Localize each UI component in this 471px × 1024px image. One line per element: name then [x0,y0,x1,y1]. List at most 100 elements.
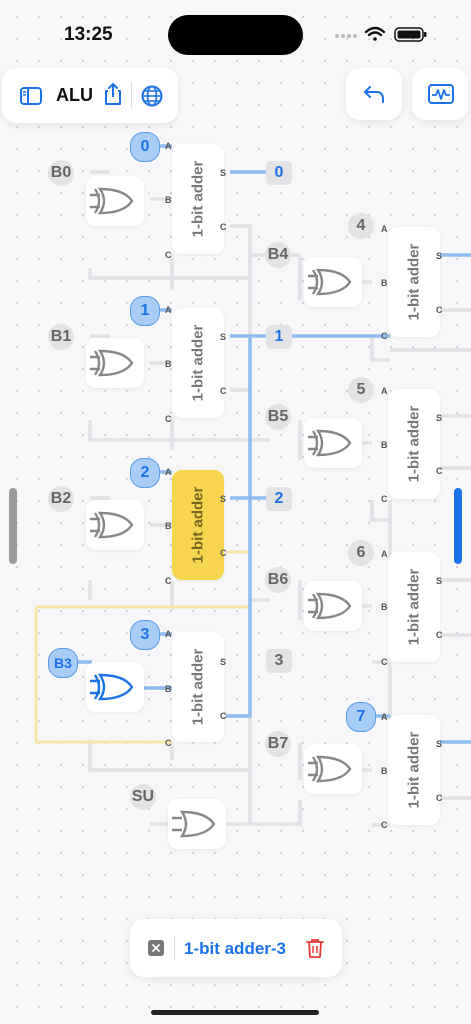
pin-c: C [436,630,443,640]
pin-s: S [220,657,227,667]
pin-b: B [381,766,388,776]
pin-a: A [165,629,172,639]
input-b4[interactable]: B4 [265,242,291,268]
scroll-indicator-right[interactable] [454,488,462,564]
xor-gate-icon [308,429,352,457]
close-icon[interactable] [148,940,164,956]
pin-c: C [436,305,443,315]
pin-c: C [436,466,443,476]
input-a5[interactable]: 5 [348,377,374,403]
pin-c: C [220,548,227,558]
adder-label: 1-bit adder [405,405,423,483]
pin-a: A [165,305,172,315]
input-a2[interactable]: 2 [130,458,160,488]
pin-s: S [436,251,443,261]
input-b0[interactable]: B0 [48,160,74,186]
input-a4[interactable]: 4 [348,213,374,239]
input-b5[interactable]: B5 [265,404,291,430]
xor-gate-icon [90,673,134,701]
adder-7[interactable]: 1-bit adder [388,715,440,825]
xor-gate-0[interactable] [86,176,144,226]
xor-gate-icon [90,187,134,215]
pin-s: S [436,576,443,586]
input-b7[interactable]: B7 [265,731,291,757]
pin-c: C [220,711,227,721]
pin-c: C [381,820,388,830]
adder-2-selected[interactable]: 1-bit adder [172,470,224,580]
xor-gate-1[interactable] [86,338,144,388]
pin-b: B [381,278,388,288]
home-indicator [151,1010,319,1015]
output-0[interactable]: 0 [266,161,292,185]
pin-a: A [165,467,172,477]
input-b2[interactable]: B2 [48,486,74,512]
xor-gate-2[interactable] [86,500,144,550]
adder-6[interactable]: 1-bit adder [388,552,440,662]
pin-a: A [381,549,388,559]
pin-c: C [436,793,443,803]
pin-c: C [165,250,172,260]
input-a0[interactable]: 0 [130,132,160,162]
xor-gate-icon [308,592,352,620]
adder-0[interactable]: 1-bit adder [172,144,224,254]
pin-s: S [220,494,227,504]
xor-gate-3[interactable] [86,662,144,712]
pin-s: S [220,332,227,342]
output-2[interactable]: 2 [266,487,292,511]
pin-a: A [381,386,388,396]
selected-component-label: 1-bit adder-3 [184,939,287,958]
xor-gate-icon [90,349,134,377]
input-su[interactable]: SU [130,784,156,810]
output-3[interactable]: 3 [266,649,292,673]
adder-3[interactable]: 1-bit adder [172,632,224,742]
selection-divider [174,935,175,961]
pin-b: B [381,440,388,450]
input-b3[interactable]: B3 [48,648,78,678]
xor-gate-7[interactable] [304,744,362,794]
pin-c: C [220,222,227,232]
pin-c: C [381,494,388,504]
adder-label: 1-bit adder [405,568,423,646]
pin-a: A [165,141,172,151]
xor-gate-icon [308,268,352,296]
trash-icon[interactable] [305,937,325,959]
pin-c: C [165,738,172,748]
adder-label: 1-bit adder [405,243,423,321]
input-a3[interactable]: 3 [130,620,160,650]
pin-c: C [165,576,172,586]
pin-c: C [381,657,388,667]
adder-1[interactable]: 1-bit adder [172,308,224,418]
xor-gate-5[interactable] [304,418,362,468]
pin-b: B [165,521,172,531]
pin-c: C [165,414,172,424]
pin-a: A [381,224,388,234]
xor-gate-6[interactable] [304,581,362,631]
xor-gate-4[interactable] [304,257,362,307]
pin-b: B [381,602,388,612]
pin-b: B [165,195,172,205]
pin-s: S [436,739,443,749]
adder-label: 1-bit adder [189,324,207,402]
scroll-indicator-left[interactable] [9,488,17,564]
xor-gate-icon [308,755,352,783]
input-b1[interactable]: B1 [48,324,74,350]
adder-5[interactable]: 1-bit adder [388,389,440,499]
wires [34,144,471,827]
pin-b: B [165,359,172,369]
adder-label: 1-bit adder [189,648,207,726]
output-1[interactable]: 1 [266,325,292,349]
input-a6[interactable]: 6 [348,540,374,566]
adder-label: 1-bit adder [189,160,207,238]
pin-s: S [436,413,443,423]
adder-4[interactable]: 1-bit adder [388,227,440,337]
xor-gate-icon [90,511,134,539]
buffer-gate-icon [172,810,216,838]
buffer-gate-su[interactable] [168,799,226,849]
input-a7[interactable]: 7 [346,702,376,732]
input-a1[interactable]: 1 [130,296,160,326]
adder-label: 1-bit adder [405,731,423,809]
input-b6[interactable]: B6 [265,567,291,593]
pin-s: S [220,168,227,178]
adder-label: 1-bit adder [189,486,207,564]
pin-c: C [381,331,388,341]
